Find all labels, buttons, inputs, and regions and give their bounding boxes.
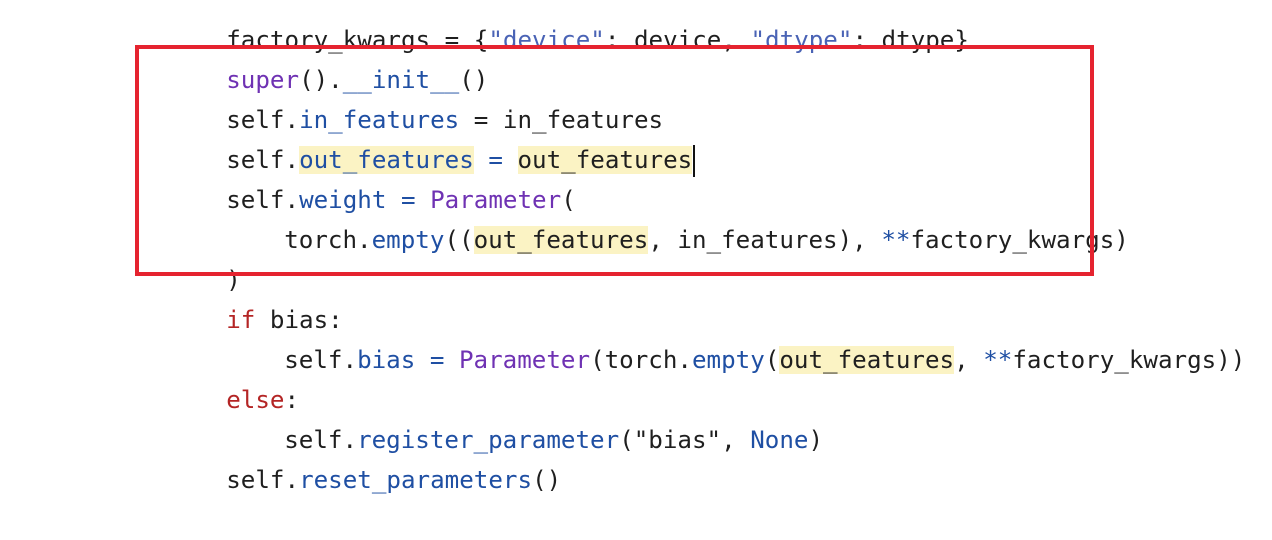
code-text: (( xyxy=(444,226,474,254)
code-line-reset-parameters: self.reset_parameters() xyxy=(168,420,561,494)
code-line-close-paren: ) xyxy=(168,220,241,294)
variable-highlighted: out_features xyxy=(779,346,955,374)
string-literal: "dtype" xyxy=(750,26,853,54)
code-line-if-bias: if bias: xyxy=(168,260,343,334)
code-text: : device, xyxy=(604,26,751,54)
code-line-register-parameter: self.register_parameter("bias", None) xyxy=(226,380,823,454)
keyword-none: None xyxy=(750,426,809,454)
function-name: reset_parameters xyxy=(299,466,533,494)
code-operator: ** xyxy=(983,346,1013,374)
code-text: factory_kwargs) xyxy=(910,226,1129,254)
code-line-super-init: super().__init__() xyxy=(168,20,488,94)
function-name: empty xyxy=(371,226,445,254)
code-text: ( xyxy=(764,346,780,374)
code-editor[interactable]: factory_kwargs = {"device": device, "dty… xyxy=(0,0,1272,494)
code-text: ("bias", xyxy=(619,426,751,454)
code-line-torch-empty: torch.empty((out_features, in_features),… xyxy=(226,180,1129,254)
string-literal: "device" xyxy=(488,26,605,54)
code-line-factory-kwargs: factory_kwargs = {"device": device, "dty… xyxy=(168,0,969,54)
class-name: Parameter xyxy=(459,346,591,374)
code-text: () xyxy=(532,466,562,494)
code-text: , xyxy=(954,346,984,374)
code-operator: ** xyxy=(881,226,911,254)
code-line-out-features: self.out_features = out_features xyxy=(168,100,696,177)
code-text: factory_kwargs)) xyxy=(1012,346,1246,374)
code-line-weight: self.weight = Parameter( xyxy=(168,140,576,214)
text-cursor xyxy=(693,145,696,177)
code-line-self-bias: self.bias = Parameter(torch.empty(out_fe… xyxy=(226,300,1245,374)
attribute-name: bias xyxy=(357,346,416,374)
function-name: empty xyxy=(692,346,765,374)
self-keyword: self. xyxy=(226,466,300,494)
code-text: ) xyxy=(808,426,824,454)
code-text: (torch. xyxy=(590,346,692,374)
code-operator: = xyxy=(415,346,459,374)
code-text: : dtype} xyxy=(852,26,969,54)
code-text: torch. xyxy=(284,226,372,254)
variable-highlighted: out_features xyxy=(473,226,649,254)
code-line-else: else: xyxy=(168,340,299,414)
code-line-in-features: self.in_features = in_features xyxy=(168,60,663,134)
code-text: , in_features), xyxy=(648,226,882,254)
